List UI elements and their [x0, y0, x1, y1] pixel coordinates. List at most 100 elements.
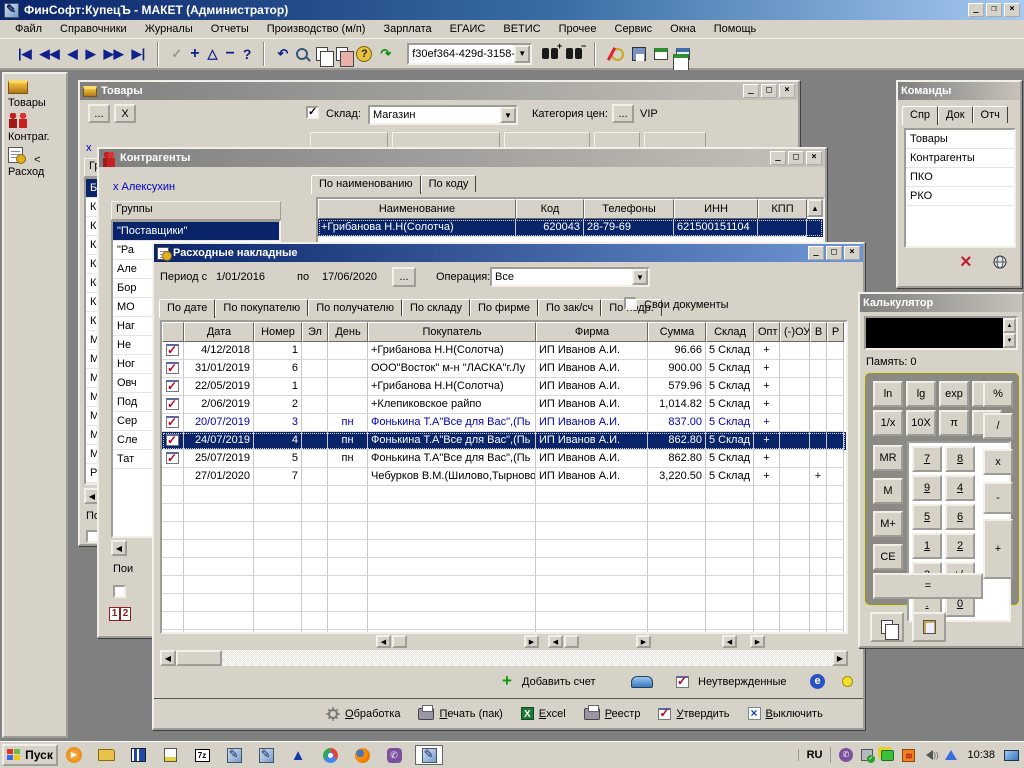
- dots-button[interactable]: ...: [88, 104, 110, 123]
- calc-key[interactable]: 9: [912, 475, 942, 501]
- invoice-row[interactable]: 25/07/20195пнФонькина Т.А"Все для Вас",(…: [162, 450, 846, 468]
- finsoft-app-icon[interactable]: [223, 745, 245, 765]
- collapse-arrow[interactable]: <: [34, 154, 40, 166]
- col-header-day[interactable]: День: [328, 322, 368, 342]
- find-plus-icon[interactable]: +: [542, 48, 558, 59]
- komandy-item[interactable]: Контрагенты: [906, 149, 1014, 168]
- calc-key[interactable]: 1: [912, 533, 942, 559]
- e-icon[interactable]: e: [810, 674, 825, 689]
- scroll-track[interactable]: [222, 650, 832, 666]
- tab-by-order[interactable]: По зак/сч: [538, 299, 601, 316]
- calc-key[interactable]: -: [983, 482, 1013, 514]
- finsoft-app-icon[interactable]: [255, 745, 277, 765]
- undo-icon[interactable]: ↶: [277, 46, 288, 62]
- col-header-buyer[interactable]: Покупатель: [368, 322, 536, 342]
- active-app-task-button[interactable]: [415, 745, 443, 765]
- col-header-number[interactable]: Номер: [254, 322, 302, 342]
- menu-item[interactable]: Отчеты: [202, 21, 258, 37]
- language-indicator[interactable]: RU: [798, 749, 831, 761]
- tab-spr[interactable]: Спр: [902, 106, 938, 125]
- yellow-dot-icon[interactable]: [842, 676, 853, 687]
- add-invoice-label[interactable]: Добавить счет: [522, 676, 596, 688]
- col-header[interactable]: Телефоны: [584, 199, 674, 219]
- copy-icon[interactable]: [316, 47, 328, 61]
- action-process[interactable]: Обработка: [326, 707, 400, 721]
- operation-combo[interactable]: Все ▼: [490, 267, 650, 287]
- close-button[interactable]: ×: [806, 151, 822, 165]
- own-docs-checkbox[interactable]: [624, 297, 637, 310]
- invoices-titlebar[interactable]: Расходные накладные _ □ ×: [154, 244, 863, 262]
- media-player-icon[interactable]: ▶: [63, 745, 85, 765]
- seven-zip-icon[interactable]: 7z: [191, 745, 213, 765]
- calc-key[interactable]: 8: [945, 446, 975, 472]
- col-scroll-right-button[interactable]: ▶: [636, 635, 651, 648]
- komandy-item[interactable]: Товары: [906, 130, 1014, 149]
- firefox-icon[interactable]: [351, 745, 373, 765]
- action-confirm[interactable]: Утвердить: [658, 708, 729, 720]
- col-header-el[interactable]: Эл: [302, 322, 328, 342]
- menu-item[interactable]: Прочее: [550, 21, 606, 37]
- col-header[interactable]: Код: [516, 199, 584, 219]
- menu-item[interactable]: Журналы: [136, 21, 202, 37]
- nav-first-icon[interactable]: |◀: [18, 46, 32, 62]
- kontragenty-filter-checkbox[interactable]: [113, 585, 126, 598]
- col-scroll-thumb[interactable]: [392, 635, 407, 648]
- col-scroll-right-button[interactable]: ▶: [524, 635, 539, 648]
- menu-item[interactable]: Помощь: [705, 21, 766, 37]
- display-spinner[interactable]: ▲ ▼: [1003, 318, 1016, 348]
- tab-by-code[interactable]: По коду: [421, 175, 477, 192]
- menu-item[interactable]: Файл: [6, 21, 51, 37]
- menu-item[interactable]: Сервис: [606, 21, 662, 37]
- tab-dok[interactable]: Док: [938, 106, 973, 123]
- calc-key[interactable]: ln: [873, 381, 903, 407]
- calc-key[interactable]: MR: [873, 445, 903, 471]
- invoice-row[interactable]: 31/01/20196ООО"Восток" м-н "ЛАСКА"г.ЛуИП…: [162, 360, 846, 378]
- calc-key[interactable]: 10X: [906, 410, 936, 436]
- invoice-row[interactable]: 24/07/20194пнФонькина Т.А"Все для Вас",(…: [162, 432, 846, 450]
- col-header-flag[interactable]: [162, 322, 184, 342]
- add-invoice-icon[interactable]: +: [502, 674, 512, 688]
- col-scroll-left-button[interactable]: ◀: [376, 635, 391, 648]
- network-tray-icon[interactable]: [879, 747, 896, 763]
- hidden-tab[interactable]: [644, 132, 706, 148]
- menu-item[interactable]: Производство (м/п): [258, 21, 375, 37]
- col-header-date[interactable]: Дата: [184, 322, 254, 342]
- hidden-tab[interactable]: [594, 132, 640, 148]
- nav-back-icon[interactable]: ◀: [68, 46, 78, 62]
- help-icon[interactable]: ?: [356, 46, 372, 62]
- pages-12-icon[interactable]: 1 2: [109, 607, 131, 621]
- confirm-icon[interactable]: ✓: [171, 46, 182, 62]
- tab-by-date[interactable]: По дате: [159, 299, 215, 318]
- refresh-icon[interactable]: ↷: [380, 46, 391, 62]
- calc-key[interactable]: 4: [945, 475, 975, 501]
- menu-item[interactable]: ЕГАИС: [441, 21, 495, 37]
- action-excel[interactable]: X Excel: [521, 707, 566, 720]
- delete-icon[interactable]: −: [226, 45, 235, 63]
- close-button[interactable]: ×: [844, 246, 860, 260]
- minimize-button[interactable]: _: [770, 151, 786, 165]
- period-to-value[interactable]: 17/06/2020: [322, 271, 377, 283]
- kontragenty-row[interactable]: +Грибанова Н.Н(Солотча) 620043 28-79-69 …: [318, 219, 823, 237]
- period-dots-button[interactable]: ...: [392, 267, 416, 287]
- query-icon[interactable]: ?: [243, 46, 252, 62]
- col-header[interactable]: Наименование: [318, 199, 516, 219]
- tovary-titlebar[interactable]: Товары _ □ ×: [80, 82, 798, 100]
- start-button[interactable]: Пуск: [2, 744, 58, 766]
- scroll-thumb[interactable]: [176, 650, 222, 666]
- clear-button[interactable]: X: [114, 104, 136, 123]
- col-header-r[interactable]: Р: [827, 322, 844, 342]
- minimize-button[interactable]: _: [968, 3, 984, 17]
- quick-search-combo[interactable]: f30ef364-429d-3158- ▼: [407, 43, 532, 65]
- new-window-icon[interactable]: [654, 48, 668, 60]
- kontragenty-group-header[interactable]: Группы: [111, 201, 281, 220]
- calc-key[interactable]: M+: [873, 511, 903, 537]
- hidden-tab[interactable]: [392, 132, 500, 148]
- clock[interactable]: 10:38: [961, 749, 1001, 761]
- calc-key[interactable]: /: [983, 413, 1013, 439]
- viber-tray-icon[interactable]: ✆: [837, 747, 854, 763]
- close-button[interactable]: ×: [1004, 3, 1020, 17]
- tab-otch[interactable]: Отч: [973, 106, 1008, 123]
- calc-key[interactable]: 1/x: [873, 410, 903, 436]
- calc-key[interactable]: x: [983, 449, 1013, 475]
- scroll-up-button[interactable]: ▲: [807, 199, 823, 217]
